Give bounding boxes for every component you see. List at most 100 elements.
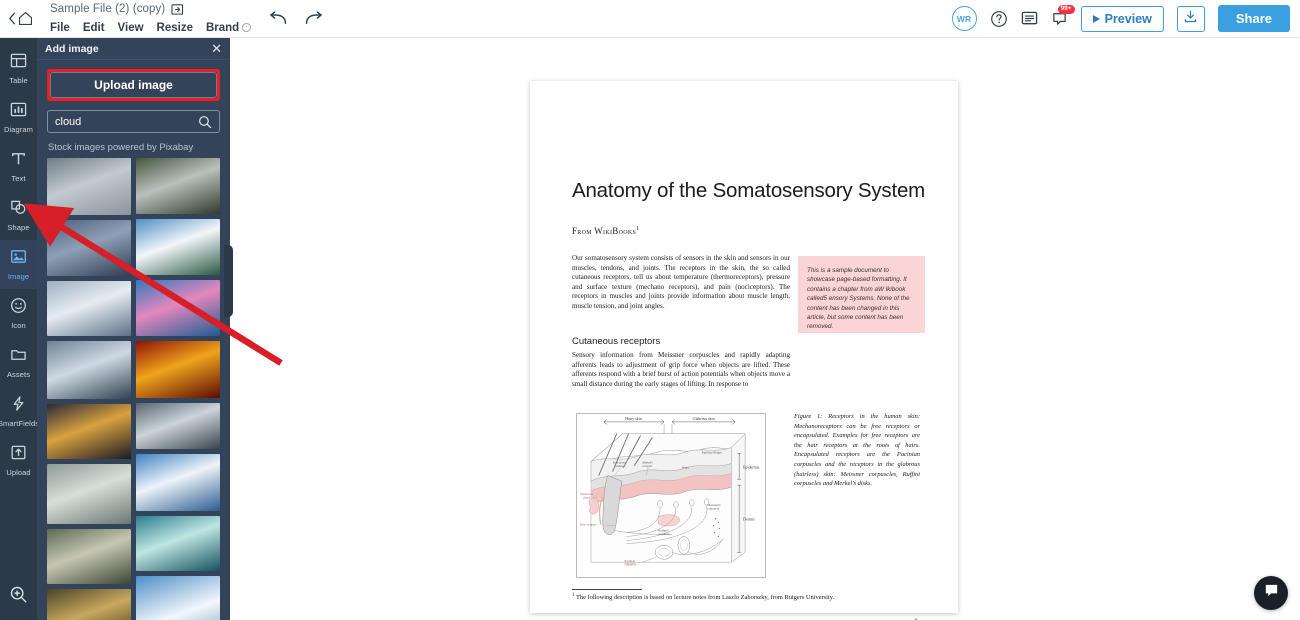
stock-thumbnail[interactable] [136, 516, 220, 571]
document-source-line: From WikiBooks1 [572, 226, 639, 236]
top-right-actions: WR 99+ Preview Share [951, 5, 1300, 32]
svg-text:Hair receptor: Hair receptor [580, 523, 596, 527]
play-icon [1092, 14, 1100, 23]
footnote: 1 The following description is based on … [572, 593, 834, 601]
undo-arrow-icon[interactable] [269, 11, 288, 26]
sidebar-zoom-button[interactable] [0, 574, 37, 620]
stock-thumbnail[interactable] [47, 341, 131, 399]
menu-item-edit[interactable]: Edit [83, 22, 105, 34]
svg-text:receptor: receptor [642, 464, 652, 468]
svg-text:corpuscle: corpuscle [708, 506, 720, 510]
download-button[interactable] [1176, 5, 1205, 32]
stock-thumbnail[interactable] [47, 158, 131, 215]
stock-thumbnail[interactable] [47, 220, 131, 276]
sidebar-item-label: Image [7, 272, 30, 281]
document-title-block: Sample File (2) (copy) File Edit View Re… [50, 0, 252, 38]
chat-support-button[interactable] [1254, 576, 1288, 610]
section-heading-cutaneous-receptors: Cutaneous receptors [572, 336, 661, 347]
notification-badge: 99+ [1057, 5, 1075, 14]
home-icon [17, 10, 34, 27]
stock-thumbnail[interactable] [136, 454, 220, 511]
menu-item-file[interactable]: File [50, 22, 70, 34]
stock-thumbnail[interactable] [47, 281, 131, 336]
sidebar-item-label: SmartFields [0, 419, 40, 428]
svg-text:corpuscle: corpuscle [625, 563, 637, 567]
share-button[interactable]: Share [1217, 5, 1290, 32]
sidebar-item-upload[interactable]: Upload [0, 436, 37, 485]
footnote-text: The following description is based on le… [575, 594, 835, 602]
preview-button-label: Preview [1104, 11, 1152, 26]
stock-thumbnail[interactable] [136, 576, 220, 620]
search-input[interactable] [55, 115, 198, 128]
image-icon [10, 248, 27, 270]
share-button-label: Share [1235, 11, 1272, 26]
skin-anatomy-figure: Hairy skin Glabrous skin Epidermis Dermi… [576, 413, 766, 578]
svg-text:ending: ending [616, 464, 625, 468]
stock-thumbnail[interactable] [47, 529, 131, 584]
redo-arrow-icon[interactable] [304, 11, 323, 26]
footnote-rule [572, 589, 642, 590]
text-t-icon [10, 150, 27, 172]
shape-icon [10, 199, 27, 221]
skin-diagram-svg: Hairy skin Glabrous skin Epidermis Dermi… [580, 416, 760, 567]
svg-text:Dermis: Dermis [743, 517, 755, 522]
stock-thumbnail[interactable] [136, 280, 220, 336]
stock-thumbnail[interactable] [136, 219, 220, 275]
panel-resize-handle[interactable] [224, 245, 233, 317]
sidebar-item-image[interactable]: Image [0, 240, 37, 289]
open-in-new-icon[interactable] [171, 3, 184, 16]
close-icon[interactable]: ✕ [211, 42, 222, 55]
figure-caption: Figure 1: Receptors in the human skin: M… [794, 413, 920, 488]
search-box[interactable] [47, 110, 220, 133]
sidebar-item-shape[interactable]: Shape [0, 191, 37, 240]
footnote-marker: 1 [572, 593, 575, 598]
preview-button[interactable]: Preview [1080, 5, 1164, 32]
info-icon[interactable] [242, 23, 252, 32]
sidebar-item-assets[interactable]: Assets [0, 338, 37, 387]
add-image-panel: Add image ✕ Upload image Stock images po… [37, 38, 230, 620]
upload-section: Upload image [37, 60, 230, 101]
stock-thumbnail[interactable] [47, 464, 131, 524]
search-icon[interactable] [198, 115, 212, 129]
home-button[interactable] [0, 0, 42, 38]
sidebar-item-icon[interactable]: Icon [0, 289, 37, 338]
stock-thumbnail[interactable] [136, 158, 220, 214]
sidebar-item-label: Upload [6, 468, 31, 477]
download-icon [1183, 9, 1198, 29]
svg-text:corpuscle: corpuscle [658, 532, 670, 536]
avatar[interactable]: WR [951, 6, 977, 31]
search-section [37, 101, 230, 133]
comment-icon[interactable] [1021, 10, 1038, 27]
sidebar-item-text[interactable]: Text [0, 142, 37, 191]
stock-thumbnail[interactable] [47, 589, 131, 620]
sidebar-item-label: Table [9, 76, 28, 85]
panel-title: Add image [45, 42, 99, 55]
menu-bar: File Edit View Resize Brand [50, 19, 252, 37]
stock-image-grid [37, 158, 230, 620]
stock-images-label: Stock images powered by Pixabay [48, 142, 194, 153]
stock-thumbnail[interactable] [136, 341, 220, 398]
canvas-area[interactable]: Anatomy of the Somatosensory System From… [230, 38, 1300, 620]
smiley-icon [10, 297, 27, 319]
upload-image-button[interactable]: Upload image [50, 72, 217, 98]
zoom-in-icon [9, 585, 28, 609]
sidebar-item-diagram[interactable]: Diagram [0, 93, 37, 142]
page-title: Anatomy of the Somatosensory System [572, 179, 926, 202]
sidebar-item-smartfields[interactable]: SmartFields [0, 387, 40, 436]
svg-text:Epidermis: Epidermis [743, 464, 760, 469]
menu-item-brand[interactable]: Brand [206, 22, 239, 34]
sample-callout-box: This is a sample document to showcase pa… [798, 256, 925, 333]
menu-item-view[interactable]: View [118, 22, 144, 34]
question-circle-icon[interactable] [990, 10, 1008, 28]
sidebar-item-label: Assets [6, 370, 31, 379]
notification-icon[interactable]: 99+ [1051, 5, 1075, 27]
stock-thumbnail[interactable] [136, 403, 220, 449]
menu-item-resize[interactable]: Resize [157, 22, 193, 34]
sidebar-item-table[interactable]: Table [0, 44, 37, 93]
app-root: Sample File (2) (copy) File Edit View Re… [0, 0, 1300, 620]
document-page[interactable]: Anatomy of the Somatosensory System From… [530, 81, 958, 620]
stock-thumbnail[interactable] [47, 404, 131, 459]
sidebar-item-label: Diagram [3, 125, 34, 134]
svg-text:Glabrous skin: Glabrous skin [693, 416, 715, 421]
document-title[interactable]: Sample File (2) (copy) [50, 3, 165, 15]
